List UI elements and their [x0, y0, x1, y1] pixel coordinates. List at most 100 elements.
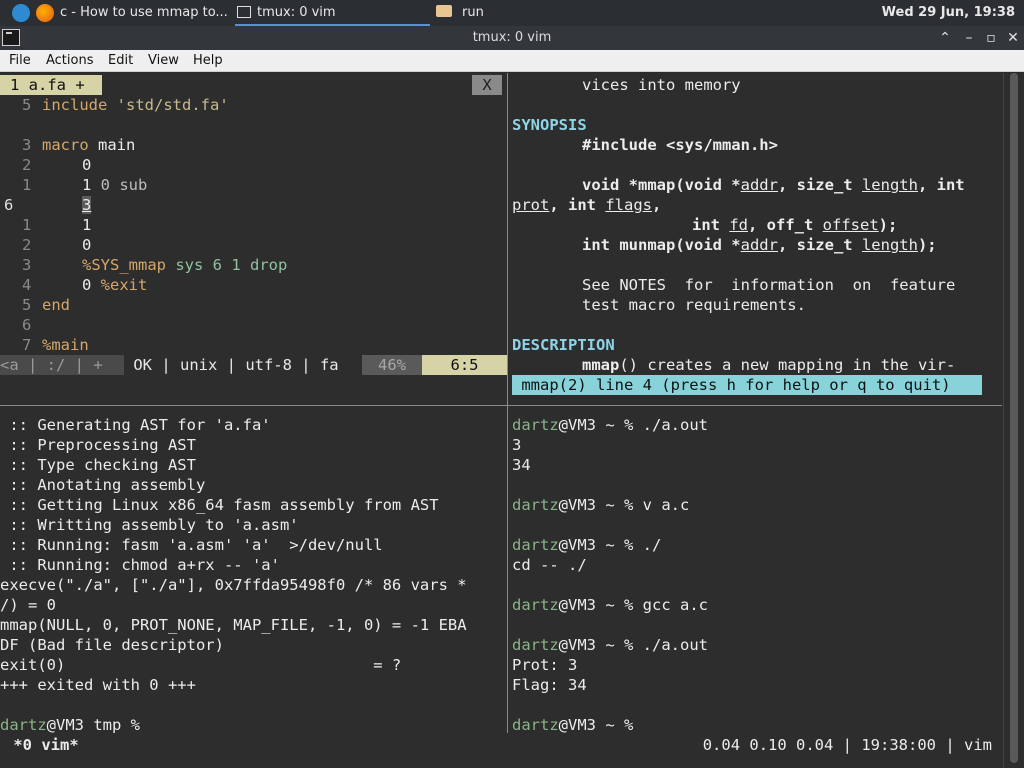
line-number: 2	[22, 156, 32, 174]
shell-prompt-line: dartz@VM3 ~ % ./a.out	[512, 635, 708, 655]
line-number: 1	[22, 176, 32, 194]
shell-prompt-line: dartz@VM3 ~ % gcc a.c	[512, 595, 708, 615]
terminal-area[interactable]: 1 a.fa + X 5 3 2 1 6 1 2 3 4 5 6 7 inclu…	[0, 73, 1024, 768]
code-token: %main	[42, 336, 89, 354]
shell-command: @VM3 ~ %	[558, 716, 634, 733]
taskbar-item-terminal-label: tmux: 0 vim	[257, 5, 336, 20]
man-line: int fd, off_t offset);	[692, 216, 898, 234]
shell-pane[interactable]: dartz@VM3 ~ % ./a.out 3 34 dartz@VM3 ~ %…	[508, 406, 1003, 733]
log-line: /) = 0	[0, 596, 56, 614]
line-number: 3	[22, 256, 32, 274]
menu-help[interactable]: Help	[193, 53, 223, 68]
vim-tab[interactable]: 1 a.fa +	[0, 75, 102, 95]
prompt-user: dartz	[512, 716, 559, 733]
code-line: end	[42, 295, 70, 315]
menu-actions[interactable]: Actions	[46, 53, 94, 68]
man-line: prot, int flags,	[512, 196, 662, 214]
vim-tab-close-button[interactable]: X	[472, 75, 502, 95]
code-token: sys 6 1 drop	[175, 256, 288, 274]
log-line: mmap(NULL, 0, PROT_NONE, MAP_FILE, -1, 0…	[0, 616, 467, 634]
code-line: 0	[82, 236, 92, 254]
man-section-heading: DESCRIPTION	[512, 336, 615, 354]
man-line: See NOTES for information on feature	[582, 276, 956, 294]
taskbar-item-browser[interactable]: c - How to use mmap to...	[60, 0, 232, 26]
close-icon[interactable]: ✕	[1001, 26, 1024, 50]
taskbar-item-folder[interactable]: run	[436, 0, 556, 26]
shade-icon[interactable]: ⌃	[933, 26, 957, 50]
shell-output-line: Flag: 34	[512, 676, 587, 694]
code-token: macro	[42, 136, 89, 154]
shell-prompt-line: dartz@VM3 ~ % ./a.out	[512, 415, 708, 435]
prompt-user: dartz	[512, 596, 559, 614]
line-number: 3	[22, 136, 32, 154]
man-param: length	[861, 236, 918, 254]
panel-clock[interactable]: Wed 29 Jun, 19:38	[882, 0, 1015, 26]
folder-icon	[436, 5, 452, 17]
man-param: addr	[740, 236, 778, 254]
line-number: 2	[22, 236, 32, 254]
code-token: end	[42, 296, 70, 314]
log-line: exit(0) = ?	[0, 656, 402, 674]
line-number: 5	[22, 296, 32, 314]
prompt-user: dartz	[0, 716, 47, 733]
prompt-user: dartz	[512, 416, 559, 434]
log-line: :: Writting assembly to 'a.asm'	[0, 516, 299, 534]
minimize-icon[interactable]: –	[957, 26, 981, 50]
man-pane[interactable]: vices into memory SYNOPSIS #include <sys…	[508, 73, 1003, 405]
taskbar-item-terminal[interactable]: tmux: 0 vim	[235, 0, 430, 26]
scrollbar-thumb[interactable]	[1010, 73, 1018, 763]
code-token: 0 sub	[100, 176, 148, 194]
code-token: include	[42, 96, 108, 114]
vim-pane[interactable]: 1 a.fa + X 5 3 2 1 6 1 2 3 4 5 6 7 inclu…	[0, 73, 507, 405]
shell-output-line: Prot: 3	[512, 656, 578, 674]
log-line: :: Generating AST for 'a.fa'	[0, 416, 271, 434]
shell-command: @VM3 ~ % gcc a.c	[558, 596, 708, 614]
man-param: fd	[729, 216, 748, 234]
menu-edit[interactable]: Edit	[108, 53, 133, 68]
vim-statusline: <a | :/ | + OK | unix | utf-8 | fa 46% 6…	[0, 355, 507, 375]
shell-prompt-line: dartz@VM3 ~ % v a.c	[512, 495, 689, 515]
menubar: File Actions Edit View Help	[0, 50, 1024, 72]
menu-view[interactable]: View	[148, 53, 179, 68]
log-line: +++ exited with 0 +++	[0, 676, 196, 694]
man-param: addr	[740, 176, 778, 194]
terminal-scrollbar[interactable]	[1003, 73, 1024, 768]
code-line: 0 %exit	[82, 276, 148, 294]
vim-status-position: 6:5	[422, 355, 507, 375]
man-status: mmap(2) line 4 (press h for help or q to…	[512, 375, 982, 395]
tmux-statusbar: *0 vim* 0.04 0.10 0.04 | 19:38:00 | vim	[0, 735, 1002, 757]
tmux-window-tab[interactable]: *0 vim*	[4, 735, 78, 755]
app-menu-icon[interactable]	[12, 4, 30, 22]
menu-file[interactable]: File	[9, 53, 31, 68]
terminal-app-icon[interactable]	[2, 29, 20, 46]
man-section-heading: SYNOPSIS	[512, 116, 587, 134]
man-line: vices into memory	[582, 76, 741, 94]
terminal-icon	[237, 6, 251, 18]
tmux-status-right: 0.04 0.10 0.04 | 19:38:00 | vim	[702, 736, 992, 754]
line-number: 6	[22, 316, 32, 334]
shell-prompt-line: dartz@VM3 ~ %	[512, 715, 633, 733]
pane-divider-horizontal[interactable]	[0, 405, 1002, 406]
prompt-rest: @VM3 tmp %	[46, 716, 140, 733]
log-line: :: Type checking AST	[0, 456, 196, 474]
pane-divider-vertical[interactable]	[507, 73, 508, 733]
code-token: %SYS_mmap	[82, 256, 166, 274]
shell-output-line: 3	[512, 436, 522, 454]
log-pane[interactable]: :: Generating AST for 'a.fa' :: Preproce…	[0, 406, 507, 733]
firefox-icon[interactable]	[36, 4, 54, 22]
taskbar-item-folder-label: run	[462, 5, 484, 20]
window-titlebar[interactable]: tmux: 0 vim ⌃ – ▫ ✕	[0, 26, 1024, 50]
line-number: 5	[22, 96, 32, 114]
log-line: :: Preprocessing AST	[0, 436, 196, 454]
shell-prompt-line: dartz@VM3 ~ % ./	[512, 535, 661, 555]
maximize-icon[interactable]: ▫	[979, 26, 1003, 50]
code-line: macro main	[42, 136, 136, 154]
code-line: %main	[42, 335, 89, 355]
man-line: #include <sys/mman.h>	[582, 136, 778, 154]
code-line: 0	[82, 156, 92, 174]
shell-command: @VM3 ~ % ./	[558, 536, 662, 554]
log-line: execve("./a", ["./a"], 0x7ffda95498f0 /*…	[0, 576, 467, 594]
shell-prompt-line: dartz@VM3 tmp %	[0, 715, 140, 733]
man-param: offset	[822, 216, 879, 234]
current-line-number: 6	[4, 196, 14, 214]
